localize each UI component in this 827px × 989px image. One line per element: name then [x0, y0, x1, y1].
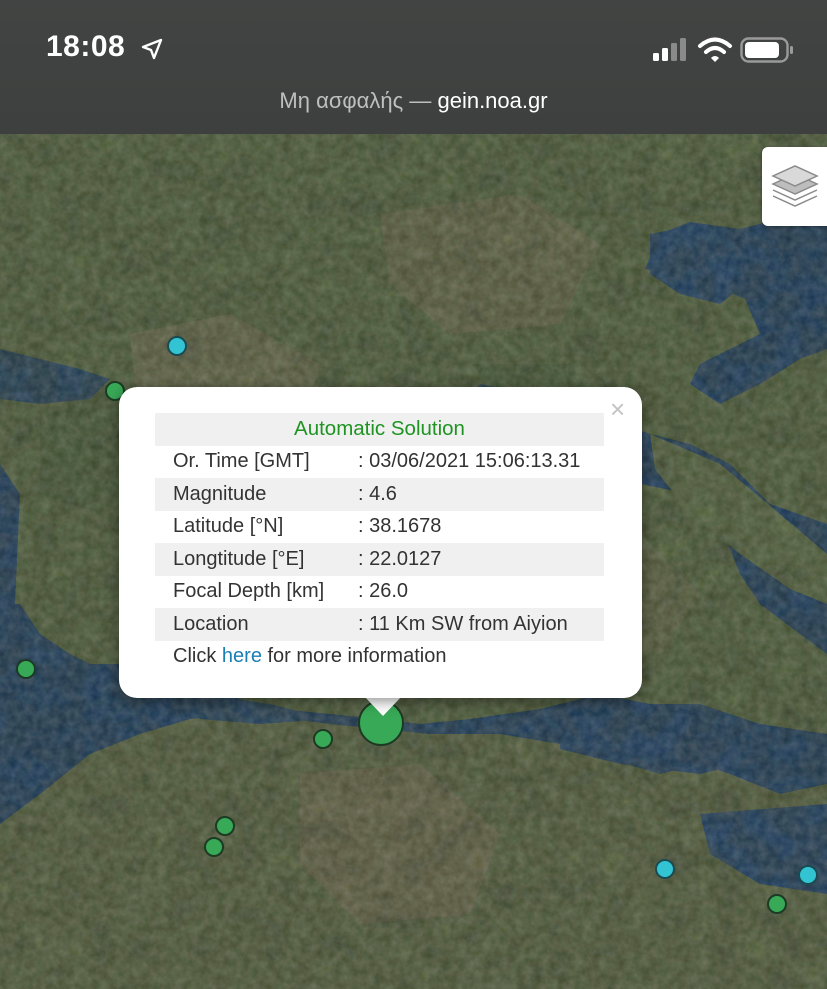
address-bar[interactable]: Μη ασφαλής — gein.noa.gr [0, 88, 827, 114]
row-label: Focal Depth [km] [173, 580, 325, 603]
earthquake-info-popup: × Automatic Solution Or. Time [GMT] : 03… [119, 387, 642, 698]
popup-close-button[interactable]: × [610, 395, 625, 423]
table-row: Focal Depth [km] : 26.0 [155, 576, 604, 609]
popup-pointer [364, 696, 402, 716]
table-row: Or. Time [GMT] : 03/06/2021 15:06:13.31 [155, 446, 604, 479]
earthquake-marker[interactable] [204, 837, 224, 857]
status-time: 18:08 [46, 30, 126, 63]
row-label: Latitude [°N] [173, 515, 284, 538]
row-value: : 4.6 [358, 478, 604, 511]
battery-icon [740, 37, 793, 63]
status-bar: 18:08 Μη ασφαλής — gein.noa.gr [0, 0, 827, 134]
row-label: Magnitude [155, 478, 358, 511]
security-label: Μη ασφαλής [279, 88, 404, 113]
more-info-suffix: for more information [267, 645, 447, 667]
layers-button[interactable] [762, 147, 827, 226]
wifi-icon [698, 37, 732, 62]
popup-title: Automatic Solution [155, 413, 604, 446]
layers-icon [770, 164, 819, 207]
earthquake-marker[interactable] [16, 659, 36, 679]
row-value: : 22.0127 [358, 543, 604, 576]
earthquake-info-table: Automatic Solution Or. Time [GMT] : 03/0… [155, 413, 604, 641]
url-separator: — [409, 88, 432, 113]
table-row: Location : 11 Km SW from Aiyion [155, 608, 604, 641]
row-label: Longtitude [°E] [155, 543, 358, 576]
earthquake-marker[interactable] [767, 894, 787, 914]
table-row: Longtitude [°E] : 22.0127 [155, 543, 604, 576]
row-label: Location [155, 608, 358, 641]
url-host: gein.noa.gr [437, 88, 548, 113]
location-arrow-icon [141, 38, 163, 60]
more-info-line: Click here for more information [173, 645, 446, 668]
earthquake-marker[interactable] [313, 729, 333, 749]
earthquake-marker[interactable] [798, 865, 818, 885]
earthquake-marker[interactable] [167, 336, 187, 356]
more-info-link[interactable]: here [222, 645, 262, 667]
table-row: Latitude [°N] : 38.1678 [155, 511, 604, 544]
earthquake-marker[interactable] [655, 859, 675, 879]
table-row: Magnitude : 4.6 [155, 478, 604, 511]
more-info-prefix: Click [173, 645, 217, 667]
row-label: Or. Time [GMT] [173, 450, 310, 473]
table-row: Automatic Solution [155, 413, 604, 446]
cellular-signal-icon [653, 38, 686, 61]
earthquake-marker[interactable] [215, 816, 235, 836]
row-value: : 38.1678 [358, 515, 442, 538]
row-value: : 26.0 [358, 580, 409, 603]
row-value: : 11 Km SW from Aiyion [358, 608, 604, 641]
row-value: : 03/06/2021 15:06:13.31 [358, 450, 581, 473]
